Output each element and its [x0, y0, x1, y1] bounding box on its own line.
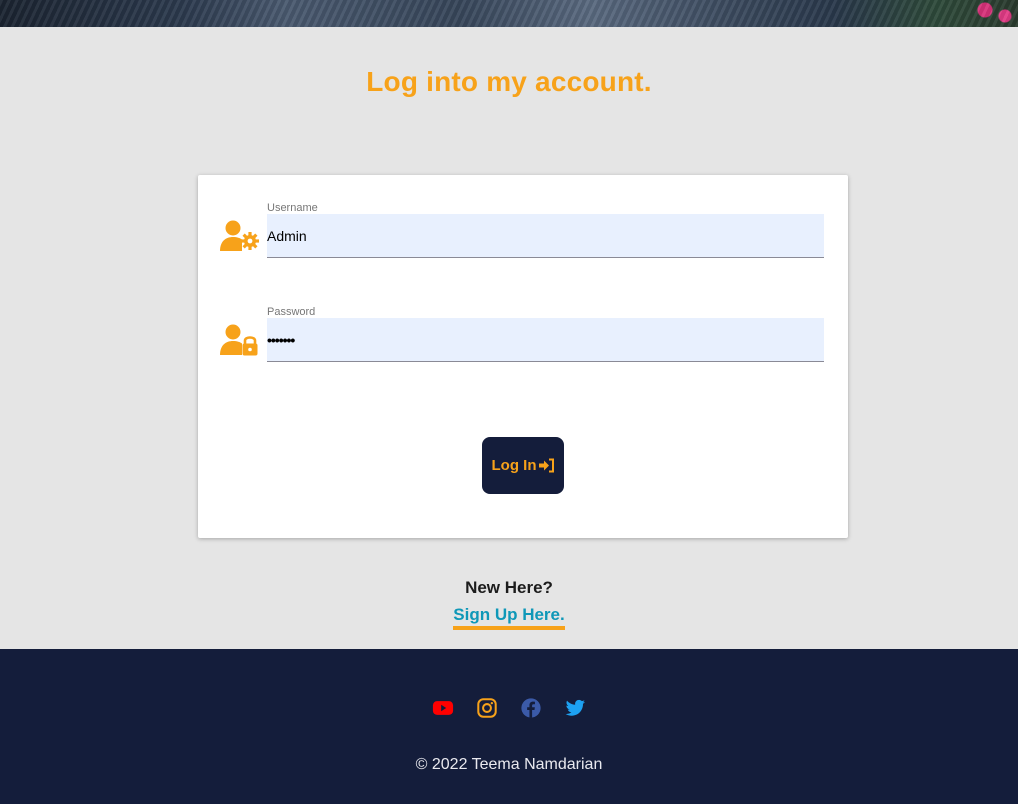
youtube-icon[interactable]: [432, 697, 454, 719]
sign-up-link[interactable]: Sign Up Here.: [453, 605, 565, 630]
facebook-icon[interactable]: [520, 697, 542, 719]
sign-in-icon: [538, 458, 554, 473]
footer: © 2022 Teema Namdarian: [0, 649, 1018, 804]
instagram-icon[interactable]: [476, 697, 498, 719]
twitter-icon[interactable]: [564, 697, 586, 719]
username-label: Username: [267, 202, 318, 214]
social-links: [0, 697, 1018, 719]
new-here-text: New Here?: [465, 578, 553, 597]
username-field[interactable]: [267, 214, 824, 258]
page-title: Log into my account.: [366, 66, 652, 97]
password-label: Password: [267, 306, 316, 318]
user-gear-icon: [220, 220, 259, 251]
password-field[interactable]: [267, 318, 824, 362]
log-in-button[interactable]: Log In: [482, 437, 564, 494]
user-lock-icon: [220, 324, 258, 356]
log-in-button-label: Log In: [491, 457, 537, 474]
copyright-text: © 2022 Teema Namdarian: [415, 756, 603, 773]
login-card: Username Password Log In: [198, 175, 848, 538]
hero-banner-image: [0, 0, 1018, 27]
